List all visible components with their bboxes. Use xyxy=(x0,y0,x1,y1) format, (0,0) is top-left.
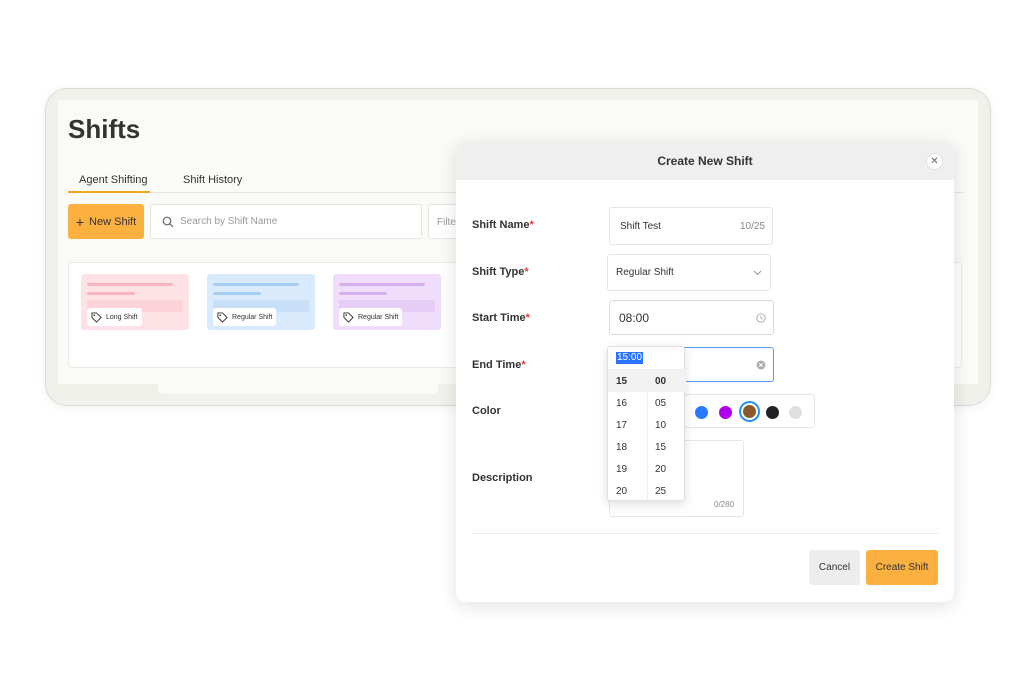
cancel-button[interactable]: Cancel xyxy=(809,550,860,585)
tab-shift-history[interactable]: Shift History xyxy=(183,174,242,186)
new-shift-button[interactable]: + New Shift xyxy=(68,204,144,239)
shift-name-label: Shift Name* xyxy=(472,219,534,231)
clear-icon[interactable] xyxy=(756,360,766,370)
shift-name-counter: 10/25 xyxy=(740,221,766,232)
minute-option[interactable]: 25 xyxy=(647,480,686,502)
shift-type-label-text: Shift Type xyxy=(472,266,525,278)
minute-option[interactable]: 05 xyxy=(647,392,686,414)
hour-option[interactable]: 17 xyxy=(608,414,647,436)
minute-option[interactable]: 00 xyxy=(647,370,686,392)
card-line xyxy=(339,283,425,286)
start-time-label: Start Time* xyxy=(472,312,530,324)
hour-option[interactable]: 18 xyxy=(608,436,647,458)
close-icon[interactable]: ✕ xyxy=(926,153,943,170)
card-line xyxy=(339,292,387,295)
page-title: Shifts xyxy=(68,114,141,144)
hour-option[interactable]: 19 xyxy=(608,458,647,480)
tab-agent-shifting[interactable]: Agent Shifting xyxy=(79,174,148,186)
start-time-label-text: Start Time xyxy=(472,312,526,324)
active-tab-indicator xyxy=(68,191,150,193)
modal-footer-divider xyxy=(472,533,938,534)
tag-icon xyxy=(343,311,354,323)
time-picker-header: 15:00 xyxy=(608,347,686,370)
new-shift-label: New Shift xyxy=(89,215,137,228)
card-line xyxy=(213,292,261,295)
shift-card[interactable]: Regular Shift xyxy=(333,274,441,330)
color-label-text: Color xyxy=(472,405,501,417)
card-line xyxy=(213,283,299,286)
shift-tag-label: Long Shift xyxy=(106,313,138,321)
shift-tag-label: Regular Shift xyxy=(358,313,399,321)
plus-icon: + xyxy=(75,213,85,230)
modal-title: Create New Shift xyxy=(657,154,753,168)
search-icon xyxy=(162,216,174,227)
chevron-down-icon xyxy=(753,270,762,276)
scroll-strip xyxy=(158,384,438,394)
hour-option[interactable]: 15 xyxy=(608,370,647,392)
end-time-label: End Time* xyxy=(472,359,526,371)
color-swatch-blue[interactable] xyxy=(695,406,708,419)
shift-card[interactable]: Long Shift xyxy=(81,274,189,330)
shift-name-value: Shift Test xyxy=(620,220,661,232)
clock-icon xyxy=(756,313,766,323)
shift-tag: Long Shift xyxy=(87,308,142,326)
color-swatch-black[interactable] xyxy=(766,406,779,419)
color-label: Color xyxy=(472,405,501,417)
required-mark: * xyxy=(525,312,530,324)
search-placeholder: Search by Shift Name xyxy=(180,216,278,227)
minute-option[interactable]: 10 xyxy=(647,414,686,436)
shift-type-value: Regular Shift xyxy=(616,267,674,278)
color-swatch-brown xyxy=(743,405,756,418)
shift-tag: Regular Shift xyxy=(339,308,403,326)
description-label-text: Description xyxy=(472,472,533,484)
minute-option[interactable]: 20 xyxy=(647,458,686,480)
search-input[interactable]: Search by Shift Name xyxy=(150,204,422,239)
hour-option[interactable]: 16 xyxy=(608,392,647,414)
start-time-input[interactable]: 08:00 xyxy=(609,300,774,335)
time-picker-dropdown: 15:00 15 16 17 18 19 20 00 05 10 15 20 2… xyxy=(607,346,686,502)
create-shift-button[interactable]: Create Shift xyxy=(866,550,938,585)
required-mark: * xyxy=(524,266,529,278)
card-line xyxy=(87,292,135,295)
shift-name-label-text: Shift Name xyxy=(472,219,530,231)
required-mark: * xyxy=(529,219,534,231)
tag-icon xyxy=(217,311,228,323)
shift-tag-label: Regular Shift xyxy=(232,313,273,321)
description-counter: 0/280 xyxy=(714,500,735,509)
tag-icon xyxy=(91,311,102,323)
shift-card[interactable]: Regular Shift xyxy=(207,274,315,330)
color-swatches xyxy=(684,394,815,428)
shift-type-label: Shift Type* xyxy=(472,266,529,278)
required-mark: * xyxy=(521,359,526,371)
start-time-value: 08:00 xyxy=(619,310,650,325)
shift-tag: Regular Shift xyxy=(213,308,277,326)
end-time-label-text: End Time xyxy=(472,359,522,371)
minute-option[interactable]: 15 xyxy=(647,436,686,458)
card-line xyxy=(87,283,173,286)
hour-option[interactable]: 20 xyxy=(608,480,647,502)
color-swatch-brown-selected[interactable] xyxy=(739,401,760,422)
color-swatch-gray[interactable] xyxy=(789,406,802,419)
color-swatch-purple[interactable] xyxy=(719,406,732,419)
description-label: Description xyxy=(472,472,533,484)
shift-type-select[interactable]: Regular Shift xyxy=(607,254,771,291)
time-picker-selected-text[interactable]: 15:00 xyxy=(616,352,644,364)
